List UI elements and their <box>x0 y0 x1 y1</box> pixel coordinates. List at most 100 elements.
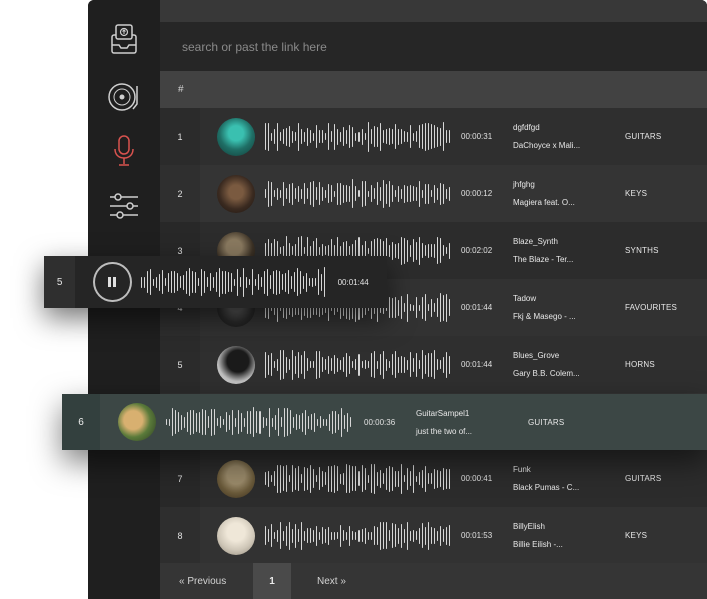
waveform-bar <box>265 472 267 485</box>
waveform-bar <box>388 361 390 368</box>
waveform-bar <box>274 361 276 368</box>
waveform-bar <box>289 521 291 550</box>
waveform-bar <box>433 350 435 379</box>
waveform-bar <box>289 126 291 147</box>
waveform-bar <box>400 188 402 199</box>
waveform-bar <box>373 188 375 199</box>
waveform-bar <box>289 410 291 434</box>
waveform[interactable] <box>265 120 451 154</box>
waveform[interactable] <box>265 177 451 211</box>
waveform-bar <box>409 352 411 377</box>
waveform[interactable] <box>265 519 451 553</box>
waveform-bar <box>340 131 342 142</box>
table-row[interactable]: 5 00:01:44 Blues_Grove Gary B.B. Colem..… <box>160 336 707 393</box>
waveform-bar <box>283 530 285 541</box>
waveform-bar <box>343 415 345 429</box>
waveform-bar <box>299 270 301 294</box>
waveform-bar <box>283 350 285 379</box>
waveform-bar <box>280 247 282 254</box>
waveform-bar <box>391 129 393 144</box>
waveform-bar <box>248 279 250 285</box>
track-number-label: 8 <box>177 530 183 541</box>
waveform[interactable] <box>166 405 352 439</box>
track-title: BillyElish <box>513 522 546 531</box>
waveform-bar <box>232 409 234 435</box>
waveform-bar <box>244 417 246 427</box>
waveform-bar <box>304 409 306 435</box>
avatar <box>217 117 255 156</box>
waveform-bar <box>166 419 168 425</box>
microphone-icon[interactable] <box>106 133 142 169</box>
waveform-bar <box>304 183 306 204</box>
waveform-bar <box>352 531 354 540</box>
waveform-bar <box>421 189 423 198</box>
waveform-bar <box>424 355 426 374</box>
track-number-label: 5 <box>177 359 183 370</box>
waveform-bar <box>277 464 279 493</box>
waveform-bar <box>448 242 450 259</box>
waveform-bar <box>319 130 321 143</box>
waveform-bar <box>391 354 393 375</box>
waveform-bar <box>406 239 408 262</box>
waveform-bar <box>400 296 402 319</box>
waveform-bar <box>358 353 360 376</box>
waveform-bar <box>415 531 417 540</box>
table-row[interactable]: 8 00:01:53 BillyElish Billie Eilish -...… <box>160 507 707 564</box>
waveform-bar <box>283 407 285 437</box>
waveform-bar <box>388 180 390 207</box>
waveform-bar <box>418 125 420 148</box>
waveform-bar <box>391 466 393 491</box>
waveform-bar <box>442 183 444 204</box>
track-duration: 00:02:02 <box>461 246 493 255</box>
waveform-bar <box>376 126 378 147</box>
waveform-bar <box>320 273 322 291</box>
waveform-bar <box>382 473 384 484</box>
waveform-bar <box>316 418 318 426</box>
table-row[interactable]: 1 00:00:31 dgfdfgd DaChoyce x Mali... GU… <box>160 108 707 165</box>
waveform-bar <box>247 410 249 434</box>
waveform-bar <box>382 179 384 208</box>
waveform-bar <box>427 304 429 311</box>
waveform-bar <box>311 277 313 287</box>
current-page-button[interactable]: 1 <box>253 563 291 599</box>
inbox-upload-icon[interactable] <box>106 22 142 58</box>
waveform-bar <box>226 412 228 432</box>
waveform-bar <box>328 413 330 431</box>
waveform-bar <box>283 129 285 144</box>
waveform-bar <box>265 418 267 426</box>
waveform[interactable] <box>265 462 451 496</box>
table-row[interactable]: 7 00:00:41 Funk Black Pumas - C... GUITA… <box>160 450 707 507</box>
waveform-bar <box>323 267 325 297</box>
waveform-bar <box>436 298 438 317</box>
table-row[interactable]: 2 00:00:12 jhfghg Magiera feat. O... KEY… <box>160 165 707 222</box>
waveform-bar <box>385 183 387 204</box>
waveform-bar <box>412 186 414 201</box>
waveform-bar <box>322 418 324 426</box>
waveform[interactable] <box>265 348 451 382</box>
waveform-bar <box>308 278 310 286</box>
turntable-icon[interactable] <box>106 79 142 115</box>
now-playing-card: 5 00:01:44 <box>44 256 387 308</box>
previous-page-link[interactable]: « Previous <box>179 576 253 587</box>
selected-track-row[interactable]: 6 00:00:36 GuitarSampel1 just the two of… <box>62 394 707 450</box>
waveform-bar <box>367 474 369 483</box>
waveform[interactable] <box>140 265 326 299</box>
waveform-bar <box>388 530 390 541</box>
waveform-bar <box>286 465 288 492</box>
track-meta: Blaze_Synth The Blaze - Ter... <box>513 237 625 264</box>
next-page-link[interactable]: Next » <box>317 576 346 587</box>
sliders-icon[interactable] <box>106 188 142 224</box>
waveform-bar <box>367 190 369 197</box>
waveform-bar <box>409 530 411 541</box>
waveform-bar <box>370 531 372 540</box>
waveform-bar <box>412 529 414 542</box>
waveform-bar <box>349 185 351 202</box>
waveform-bar <box>328 123 330 150</box>
category-tag: KEYS <box>625 189 648 198</box>
waveform-bar <box>161 270 163 294</box>
waveform-bar <box>430 190 432 197</box>
waveform-bar <box>319 182 321 205</box>
waveform-bar <box>274 532 276 539</box>
waveform-bar <box>388 128 390 145</box>
pause-button[interactable] <box>93 262 132 302</box>
